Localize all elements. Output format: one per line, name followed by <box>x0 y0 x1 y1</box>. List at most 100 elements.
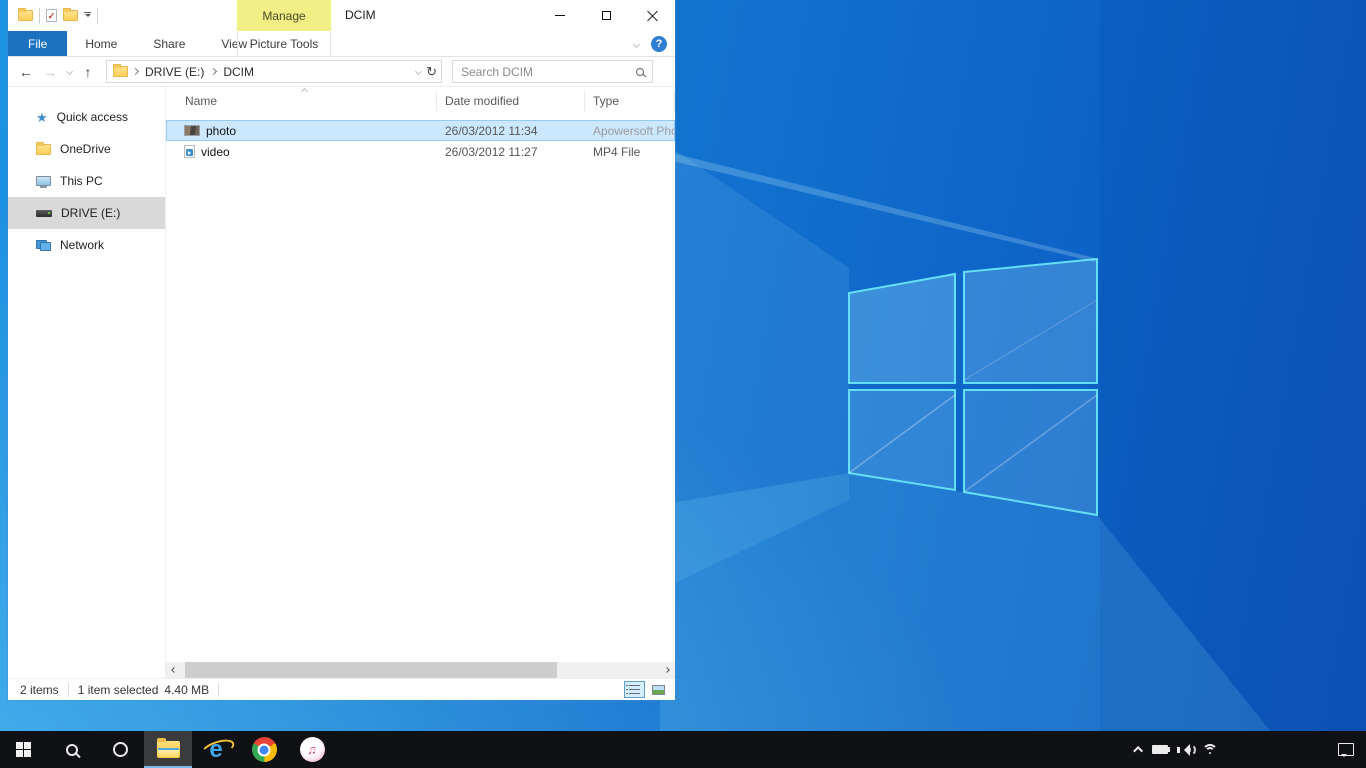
search-input[interactable] <box>461 65 636 79</box>
window-title: DCIM <box>345 8 376 22</box>
up-button[interactable]: ↑ <box>76 60 100 84</box>
video-file-icon <box>184 145 195 158</box>
divider <box>97 8 98 24</box>
horizontal-scrollbar[interactable] <box>166 662 675 678</box>
itunes-button[interactable]: ♫ <box>288 731 336 768</box>
volume-icon[interactable] <box>1177 744 1193 756</box>
scrollbar-thumb[interactable] <box>185 662 557 678</box>
divider <box>39 8 40 24</box>
search-icon[interactable] <box>636 68 644 76</box>
column-header-type[interactable]: Type <box>585 91 675 111</box>
action-center-icon <box>1338 743 1354 756</box>
sidebar-item-network[interactable]: Network <box>8 229 165 261</box>
tab-file[interactable]: File <box>8 31 67 56</box>
wifi-icon[interactable] <box>1202 744 1218 756</box>
battery-icon[interactable] <box>1152 745 1168 754</box>
folder-icon <box>113 66 128 77</box>
explorer-app-icon <box>18 10 33 21</box>
collapse-ribbon-icon[interactable] <box>633 40 640 47</box>
minimize-icon <box>555 15 565 16</box>
sidebar-item-label: Quick access <box>57 110 128 124</box>
file-explorer-icon <box>157 741 180 758</box>
breadcrumb-chevron-icon[interactable] <box>210 68 217 75</box>
file-date-cell: 26/03/2012 11:27 <box>437 145 585 159</box>
file-row-photo[interactable]: photo 26/03/2012 11:34 Apowersoft Pho <box>166 120 675 141</box>
details-view-button[interactable] <box>624 681 645 698</box>
file-list-empty-area[interactable] <box>166 162 675 662</box>
breadcrumb-chevron-icon[interactable] <box>132 68 139 75</box>
title-bar: ✓ Manage DCIM <box>8 0 675 31</box>
breadcrumb-drive[interactable]: DRIVE (E:) <box>143 65 206 79</box>
address-dropdown-icon[interactable] <box>415 68 422 75</box>
ribbon-tab-row: File Home Share View Picture Tools ? <box>8 31 675 57</box>
show-hidden-icons-chevron-icon[interactable] <box>1133 746 1143 756</box>
file-row-video[interactable]: video 26/03/2012 11:27 MP4 File <box>166 141 675 162</box>
file-name: photo <box>206 124 236 138</box>
items-count: 2 items <box>20 683 59 697</box>
manage-contextual-group[interactable]: Manage <box>237 0 331 31</box>
divider <box>68 683 69 697</box>
sidebar-item-label: OneDrive <box>60 142 111 156</box>
tab-home[interactable]: Home <box>67 31 135 56</box>
quick-access-toolbar: ✓ <box>18 0 98 31</box>
properties-button[interactable]: ✓ <box>46 9 57 22</box>
sidebar-item-quick-access[interactable]: ★ Quick access <box>8 101 165 133</box>
selection-count: 1 item selected <box>78 683 159 697</box>
window-controls <box>537 0 675 30</box>
divider <box>218 683 219 697</box>
file-type-cell: MP4 File <box>585 145 675 159</box>
maximize-button[interactable] <box>583 0 629 30</box>
thumbnails-view-button[interactable] <box>648 681 669 698</box>
help-button[interactable]: ? <box>651 36 667 52</box>
sidebar-item-drive-e[interactable]: DRIVE (E:) <box>8 197 165 229</box>
minimize-button[interactable] <box>537 0 583 30</box>
internet-explorer-icon: e <box>203 737 229 763</box>
file-name-cell: photo <box>166 124 437 138</box>
new-folder-button[interactable] <box>63 10 78 21</box>
sidebar-item-onedrive[interactable]: OneDrive <box>8 133 165 165</box>
column-header-name[interactable]: Name <box>166 91 437 111</box>
file-explorer-taskbar-button[interactable] <box>144 731 192 768</box>
computer-icon <box>36 176 51 186</box>
file-name-cell: video <box>166 145 437 159</box>
system-tray <box>1136 731 1218 768</box>
file-date-cell: 26/03/2012 11:34 <box>437 124 585 138</box>
address-bar[interactable]: DRIVE (E:) DCIM ↻ <box>106 60 442 83</box>
start-button[interactable] <box>0 731 48 768</box>
column-headers: Name Date modified Type <box>166 87 675 115</box>
customize-qat-button[interactable] <box>84 12 91 20</box>
file-explorer-window: ✓ Manage DCIM File Home Share View Pictu… <box>8 0 675 700</box>
onedrive-folder-icon <box>36 144 51 155</box>
tab-share[interactable]: Share <box>135 31 203 56</box>
tab-picture-tools[interactable]: Picture Tools <box>237 31 331 57</box>
maximize-icon <box>602 11 611 20</box>
cortana-icon <box>113 742 128 757</box>
sidebar-item-this-pc[interactable]: This PC <box>8 165 165 197</box>
internet-explorer-button[interactable]: e <box>192 731 240 768</box>
action-center-button[interactable] <box>1338 731 1354 768</box>
file-name: video <box>201 145 230 159</box>
network-icon <box>36 240 51 251</box>
forward-button[interactable]: → <box>38 60 62 84</box>
search-button[interactable] <box>48 731 96 768</box>
scroll-right-icon[interactable] <box>659 662 675 678</box>
quick-access-star-icon: ★ <box>36 111 48 124</box>
photo-thumbnail-icon <box>184 125 200 136</box>
hard-drive-icon <box>36 210 52 217</box>
cortana-button[interactable] <box>96 731 144 768</box>
selection-size: 4.40 MB <box>164 683 209 697</box>
explorer-main-area: ★ Quick access OneDrive This PC DRIVE (E… <box>8 87 675 678</box>
back-button[interactable]: ← <box>14 60 38 84</box>
column-header-date-modified[interactable]: Date modified <box>437 91 585 111</box>
scroll-left-icon[interactable] <box>166 662 182 678</box>
search-box[interactable] <box>452 60 653 83</box>
file-list-pane: Name Date modified Type photo 26/03/2012… <box>166 87 675 678</box>
chrome-button[interactable] <box>240 731 288 768</box>
sidebar-item-label: Network <box>60 238 104 252</box>
refresh-icon[interactable]: ↻ <box>426 65 437 78</box>
address-toolbar: ← → ↑ DRIVE (E:) DCIM ↻ <box>8 57 675 87</box>
recent-locations-icon[interactable] <box>62 60 76 84</box>
breadcrumb-dcim[interactable]: DCIM <box>221 65 256 79</box>
chrome-icon <box>252 737 277 762</box>
close-button[interactable] <box>629 0 675 30</box>
